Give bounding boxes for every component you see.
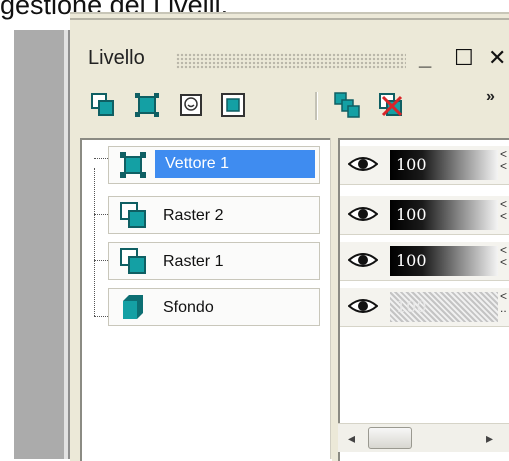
opacity-value: 100 [396, 251, 427, 270]
new-raster-layer-button[interactable] [90, 92, 116, 118]
opacity-slider[interactable]: 100 [390, 200, 498, 230]
opacity-slider[interactable]: 100 [390, 292, 498, 322]
horizontal-scrollbar[interactable]: ◂ ▸ [338, 423, 509, 452]
eye-icon[interactable] [348, 204, 378, 224]
blend-mode-glyph[interactable]: < < [500, 148, 507, 172]
scroll-right-arrow-icon[interactable]: ▸ [486, 430, 493, 447]
duplicate-layer-button[interactable] [334, 92, 360, 118]
layer-name: Raster 2 [163, 207, 224, 224]
layers-toolbar: » [80, 86, 509, 126]
maximize-button[interactable]: ☐ [454, 42, 474, 74]
layer-properties-pane: 100 < < 100 < < 100 < < 100 <.. [338, 138, 509, 461]
layer-row-raster-1[interactable]: Raster 1 [108, 242, 320, 280]
title-grip[interactable] [176, 53, 406, 69]
layer-props-row: 100 < < [340, 242, 509, 281]
layer-props-row: 100 < < [340, 196, 509, 235]
palette-title-bar[interactable]: Livello _ ☐ ✕ [80, 38, 509, 80]
delete-layer-button[interactable] [378, 92, 404, 118]
new-adjustment-layer-button[interactable] [220, 92, 246, 118]
vector-layer-icon [120, 152, 146, 178]
toolbar-separator [315, 92, 318, 120]
new-vector-layer-icon [135, 93, 159, 117]
layer-props-row: 100 <.. [340, 288, 509, 327]
palette-title: Livello [88, 47, 145, 69]
background-layer-icon [123, 295, 143, 319]
new-raster-layer-icon [91, 93, 114, 116]
new-vector-layer-button[interactable] [134, 92, 160, 118]
palette-top-border [70, 18, 509, 20]
scroll-left-arrow-icon[interactable]: ◂ [348, 430, 355, 447]
raster-layer-icon [120, 248, 146, 274]
scroll-thumb[interactable] [368, 427, 412, 449]
blend-mode-glyph[interactable]: <.. [500, 290, 507, 314]
tree-connector [94, 168, 95, 316]
opacity-slider[interactable]: 100 [390, 150, 498, 180]
minimize-button[interactable]: _ [419, 42, 431, 74]
opacity-value: 100 [396, 155, 427, 174]
new-mask-button[interactable] [178, 92, 204, 118]
layer-row-vettore-1[interactable]: Vettore 1 [108, 146, 320, 184]
layer-props-row: 100 < < [340, 146, 509, 185]
raster-layer-icon [120, 202, 146, 228]
eye-icon[interactable] [348, 154, 378, 174]
left-gray-bar [14, 30, 64, 459]
blend-mode-glyph[interactable]: < < [500, 244, 507, 268]
opacity-value: 100 [396, 205, 427, 224]
opacity-slider[interactable]: 100 [390, 246, 498, 276]
close-button[interactable]: ✕ [488, 42, 506, 74]
layers-tree: Vettore 1 Raster 2 Raster 1 Sfondo [80, 138, 332, 461]
toolbar-more-chevron[interactable]: » [486, 88, 495, 106]
layer-row-sfondo[interactable]: Sfondo [108, 288, 320, 326]
new-adjustment-layer-icon [221, 93, 245, 117]
layer-name: Sfondo [163, 299, 214, 316]
blend-mode-glyph[interactable]: < < [500, 198, 507, 222]
layer-row-raster-2[interactable]: Raster 2 [108, 196, 320, 234]
duplicate-layer-icon [334, 92, 360, 118]
new-mask-icon [180, 94, 202, 116]
layer-name: Vettore 1 [155, 150, 315, 178]
layer-name: Raster 1 [163, 253, 224, 270]
eye-icon[interactable] [348, 296, 378, 316]
eye-icon[interactable] [348, 250, 378, 270]
delete-layer-icon [379, 93, 403, 117]
opacity-value: 100 [396, 297, 427, 316]
